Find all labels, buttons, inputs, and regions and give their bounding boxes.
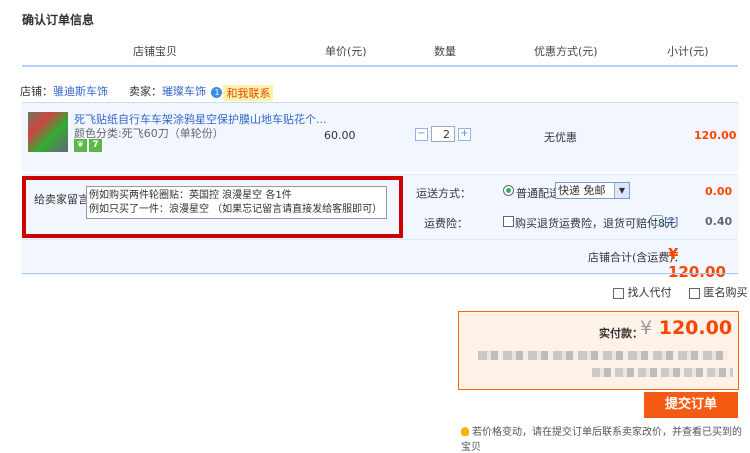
seller-label: 卖家： [128, 85, 162, 98]
payment-amount-value: 120.00 [658, 317, 733, 339]
leaf-icon: ❦ [74, 139, 87, 152]
shipping-fee: 0.00 [705, 185, 733, 198]
service-badges: ❦ 7 [74, 139, 102, 152]
shipping-method-select[interactable]: 快递 免邮 ▼ [555, 182, 630, 199]
order-item-row: 死飞贴纸自行车车架涂鸦星空保护膜山地车贴花个... 颜色分类:死飞60刀（单轮份… [22, 102, 738, 171]
seller-name-link[interactable]: 璀璨车饰 [162, 85, 206, 98]
shipping-radio[interactable] [503, 185, 514, 196]
divider [22, 239, 738, 240]
quantity-input[interactable]: 2 [431, 126, 455, 142]
payment-label: 实付款： [599, 327, 643, 340]
price-change-tip: 若价格变动，请在提交订单后联系卖家改价，并查看已买到的宝贝 [461, 423, 750, 453]
header-quantity: 数量 [434, 45, 456, 58]
product-thumbnail[interactable] [28, 112, 68, 152]
shop-name-link[interactable]: 骓迪斯车饰 [53, 85, 108, 98]
chevron-down-icon: ▼ [614, 183, 629, 198]
plus-button[interactable]: + [458, 127, 471, 141]
seven-day-return-badge: 7 [89, 139, 102, 152]
order-options-row: 给卖家留言： 例如购买两件轮圈贴：英国控 浪漫星空 各1件 例如只买了一件：浪漫… [22, 174, 738, 281]
anonymous-label: 匿名购买 [703, 286, 748, 299]
header-shop-item: 店铺宝贝 [133, 45, 177, 58]
insurance-help-link[interactable]: [?] [664, 215, 678, 228]
anonymous-option[interactable]: 匿名购买 [689, 284, 748, 300]
payment-amount: ¥ 120.00 [640, 317, 732, 339]
unit-price: 60.00 [324, 129, 356, 142]
header-subtotal: 小计(元) [667, 45, 709, 58]
minus-button[interactable]: − [415, 127, 428, 141]
pay-for-other-option[interactable]: 找人代付 [613, 284, 672, 300]
seller-message-textarea[interactable]: 例如购买两件轮圈贴：英国控 浪漫星空 各1件 例如只买了一件：浪漫星空 （如果忘… [86, 186, 387, 219]
anonymous-checkbox[interactable] [689, 287, 700, 299]
contact-seller-button[interactable]: 1 和我联系 [211, 84, 274, 101]
shipping-select-value: 快递 免邮 [558, 184, 606, 197]
redacted-recipient [592, 368, 733, 377]
table-header: 店铺宝贝 单价(元) 数量 优惠方式(元) 小计(元) [22, 35, 738, 67]
pay-for-other-checkbox[interactable] [613, 287, 624, 299]
lightbulb-icon [461, 427, 469, 436]
insurance-fee: 0.40 [705, 215, 733, 228]
chat-icon[interactable] [651, 215, 663, 226]
divider [22, 273, 738, 274]
submit-order-button[interactable]: 提交订单 [644, 392, 738, 418]
contact-seller-label: 和我联系 [223, 84, 274, 101]
currency-symbol: ¥ [640, 317, 653, 339]
pay-for-other-label: 找人代付 [627, 286, 672, 299]
item-subtotal: 120.00 [694, 129, 737, 142]
shop-total-amount: ¥ 120.00 [668, 245, 726, 281]
message-highlight-box: 给卖家留言： 例如购买两件轮圈贴：英国控 浪漫星空 各1件 例如只买了一件：浪漫… [22, 176, 403, 238]
shipping-label: 运送方式： [416, 187, 471, 200]
insurance-checkbox[interactable] [503, 216, 514, 227]
insurance-label: 运费险： [424, 217, 468, 230]
shipping-option-label: 普通配送 [516, 187, 560, 200]
redacted-address [478, 351, 728, 360]
header-promotion: 优惠方式(元) [534, 45, 598, 58]
shop-label: 店铺： [20, 85, 53, 98]
message-line-2: 例如只买了一件：浪漫星空 （如果忘记留言请直接发给客服即可） [89, 204, 383, 215]
payment-summary-box: 实付款： ¥ 120.00 [458, 311, 739, 390]
quantity-stepper: − 2 + [415, 126, 471, 142]
promotion-value: 无优惠 [544, 131, 577, 144]
chat-icon: 1 [211, 87, 223, 98]
shop-info: 店铺：骓迪斯车饰 卖家：璀璨车饰 1 和我联系 [20, 83, 274, 101]
message-line-1: 例如购买两件轮圈贴：英国控 浪漫星空 各1件 [89, 190, 292, 201]
header-unit-price: 单价(元) [325, 45, 367, 58]
page-title: 确认订单信息 [22, 13, 95, 27]
tip-text: 若价格变动，请在提交订单后联系卖家改价，并查看已买到的宝贝 [461, 427, 742, 453]
